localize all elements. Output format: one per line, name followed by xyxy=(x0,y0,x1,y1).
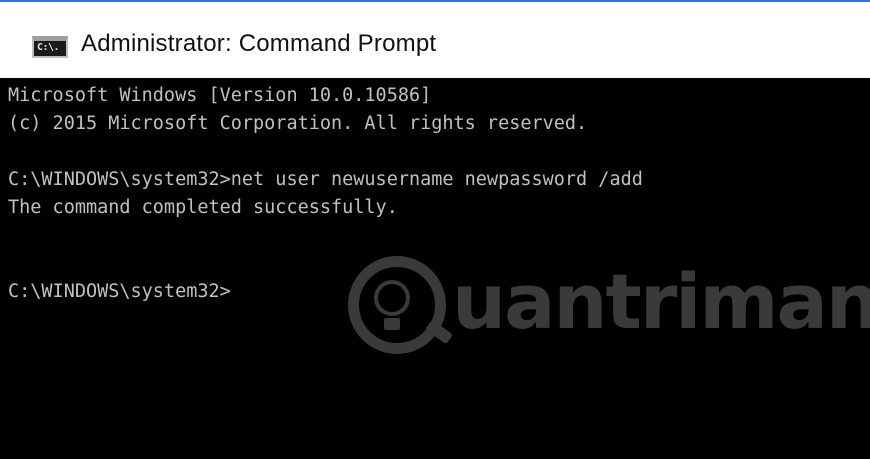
cmd-icon-label: C:\. xyxy=(37,42,60,53)
console-line: Microsoft Windows [Version 10.0.10586] xyxy=(8,85,432,106)
command-prompt-window: C:\. Administrator: Command Prompt Micro… xyxy=(0,0,870,459)
window-title: Administrator: Command Prompt xyxy=(81,30,437,57)
console-line: C:\WINDOWS\system32>net user newusername… xyxy=(8,169,643,190)
quantrimang-watermark: uantrimang xyxy=(348,234,870,364)
title-bar[interactable]: C:\. Administrator: Command Prompt xyxy=(0,2,870,78)
watermark-text: uantrimang xyxy=(452,257,870,346)
console-line: (c) 2015 Microsoft Corporation. All righ… xyxy=(8,113,588,134)
console-line: The command completed successfully. xyxy=(8,197,398,218)
console-prompt-line: C:\WINDOWS\system32> xyxy=(8,281,231,302)
lightbulb-icon xyxy=(374,280,410,316)
lightbulb-base-icon xyxy=(384,318,400,330)
cmd-icon[interactable]: C:\. xyxy=(32,36,68,58)
